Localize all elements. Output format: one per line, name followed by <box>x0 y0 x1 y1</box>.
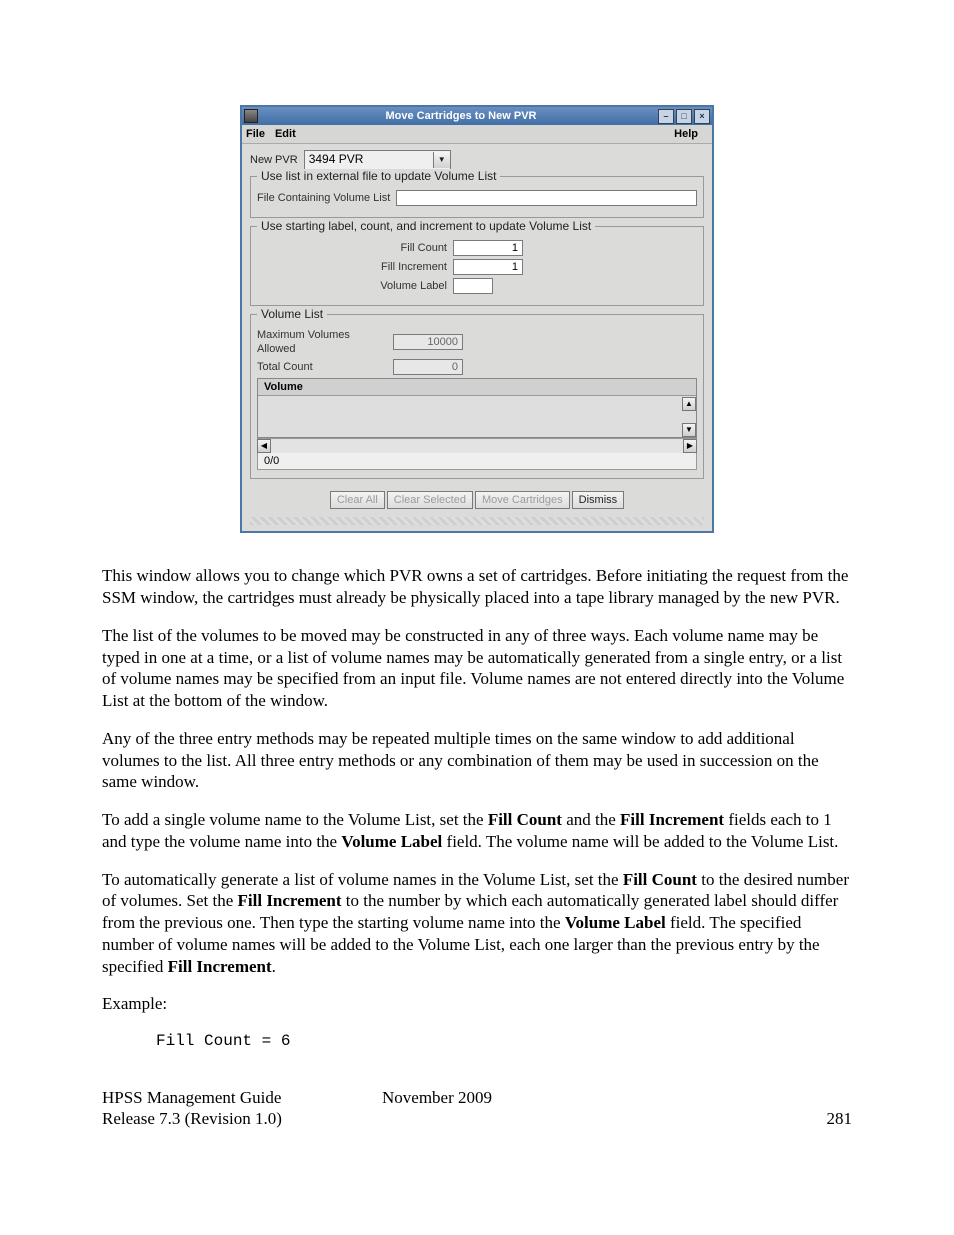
footer-release: Release 7.3 (Revision 1.0) <box>102 1108 382 1130</box>
menu-edit[interactable]: Edit <box>275 127 296 141</box>
menu-bar: File Edit Help <box>242 125 712 144</box>
maximize-icon[interactable]: □ <box>676 109 692 124</box>
new-pvr-value: 3494 PVR <box>305 152 433 167</box>
menu-file[interactable]: File <box>246 127 265 141</box>
fill-count-input[interactable] <box>453 240 523 256</box>
paragraph: The list of the volumes to be moved may … <box>102 625 852 712</box>
fill-count-label: Fill Count <box>257 241 453 255</box>
volume-label-input[interactable] <box>453 278 493 294</box>
fill-increment-input[interactable] <box>453 259 523 275</box>
clear-selected-button[interactable]: Clear Selected <box>387 491 473 509</box>
chevron-down-icon[interactable]: ▼ <box>433 152 450 168</box>
volume-column-header: Volume <box>258 379 696 396</box>
group-fill-legend: Use starting label, count, and increment… <box>257 219 595 234</box>
group-volume-list: Volume List Maximum Volumes Allowed Tota… <box>250 314 704 479</box>
volume-label-label: Volume Label <box>257 279 453 293</box>
dismiss-button[interactable]: Dismiss <box>572 491 625 509</box>
resize-grip[interactable] <box>250 517 704 525</box>
file-containing-input[interactable] <box>396 190 697 206</box>
paragraph: To add a single volume name to the Volum… <box>102 809 852 853</box>
group-volume-list-legend: Volume List <box>257 307 327 322</box>
list-counter: 0/0 <box>257 453 697 470</box>
group-fill: Use starting label, count, and increment… <box>250 226 704 306</box>
clear-all-button[interactable]: Clear All <box>330 491 385 509</box>
paragraph: To automatically generate a list of volu… <box>102 869 852 978</box>
max-volumes-label: Maximum Volumes Allowed <box>257 328 393 356</box>
title-bar: Move Cartridges to New PVR – □ × <box>242 107 712 125</box>
footer-guide: HPSS Management Guide <box>102 1087 382 1109</box>
dialog-window: Move Cartridges to New PVR – □ × File Ed… <box>240 105 714 533</box>
minimize-icon[interactable]: – <box>658 109 674 124</box>
group-external-file-legend: Use list in external file to update Volu… <box>257 169 500 184</box>
window-icon <box>244 109 258 123</box>
max-volumes-value <box>393 334 463 350</box>
window-title: Move Cartridges to New PVR <box>264 109 658 123</box>
example-code: Fill Count = 6 <box>156 1031 852 1051</box>
group-external-file: Use list in external file to update Volu… <box>250 176 704 218</box>
footer-date: November 2009 <box>382 1087 662 1109</box>
page-number: 281 <box>662 1108 852 1130</box>
close-icon[interactable]: × <box>694 109 710 124</box>
paragraph: This window allows you to change which P… <box>102 565 852 609</box>
paragraph: Any of the three entry methods may be re… <box>102 728 852 793</box>
total-count-value <box>393 359 463 375</box>
file-containing-label: File Containing Volume List <box>257 191 396 205</box>
total-count-label: Total Count <box>257 360 393 374</box>
menu-help[interactable]: Help <box>674 127 698 141</box>
scroll-right-icon[interactable]: ▶ <box>683 439 697 453</box>
new-pvr-select[interactable]: 3494 PVR ▼ <box>304 150 451 170</box>
page-footer: HPSS Management Guide November 2009 Rele… <box>102 1087 852 1131</box>
volume-listbox[interactable]: Volume ▲ ▼ <box>257 378 697 438</box>
new-pvr-label: New PVR <box>250 153 298 167</box>
move-cartridges-button[interactable]: Move Cartridges <box>475 491 570 509</box>
scroll-left-icon[interactable]: ◀ <box>257 439 271 453</box>
scroll-up-icon[interactable]: ▲ <box>682 397 696 411</box>
example-label: Example: <box>102 993 852 1015</box>
fill-increment-label: Fill Increment <box>257 260 453 274</box>
scroll-down-icon[interactable]: ▼ <box>682 423 696 437</box>
